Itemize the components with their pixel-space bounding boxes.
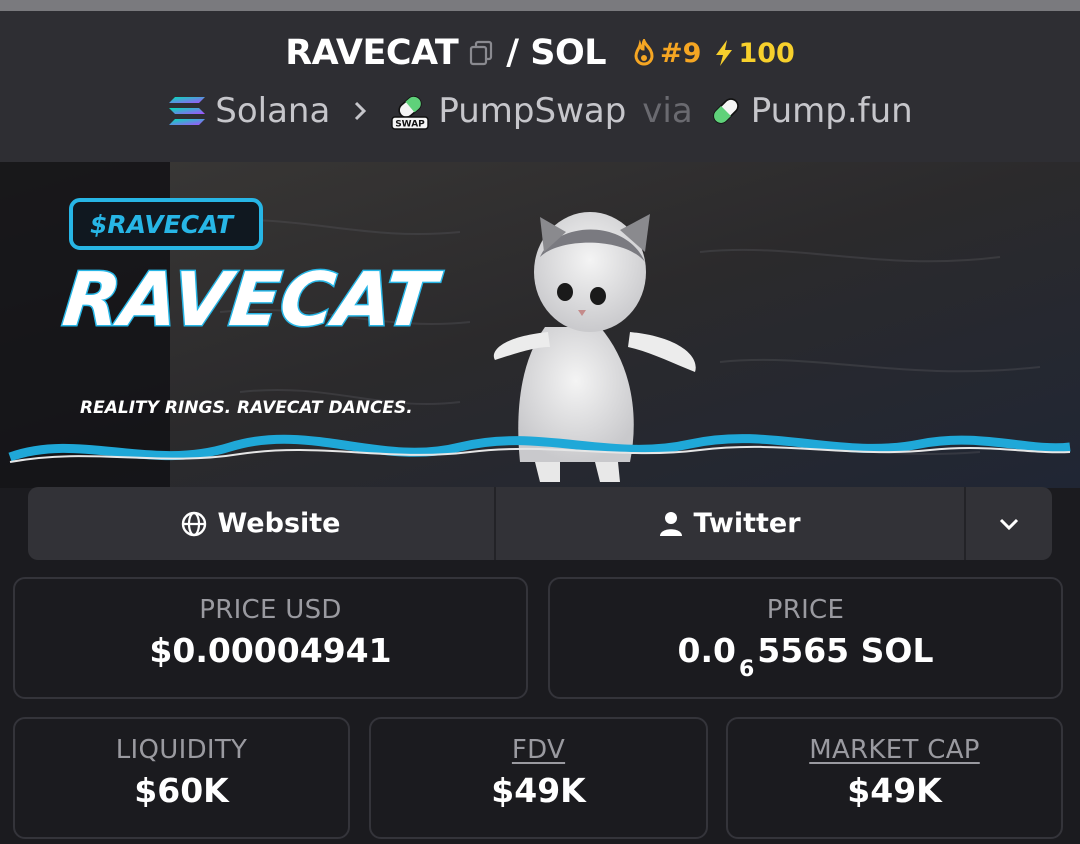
fdv-value: $49K — [491, 771, 586, 810]
banner-tagline: REALITY RINGS. RAVECAT DANCES. — [80, 398, 413, 418]
website-label: Website — [217, 508, 341, 539]
via-label: via — [642, 91, 693, 131]
base-symbol: RAVECAT — [285, 33, 459, 73]
twitter-label: Twitter — [693, 508, 801, 539]
price-usd-value: $0.00004941 — [149, 631, 392, 670]
copy-icon[interactable] — [468, 40, 494, 66]
chevron-right-icon — [352, 99, 368, 123]
market-cap-label[interactable]: MARKET CAP — [728, 735, 1061, 765]
user-icon — [659, 511, 683, 537]
pumpswap-pill-icon: SWAP — [390, 91, 430, 131]
liquidity-label: LIQUIDITY — [115, 735, 248, 765]
trending-badges[interactable]: #9 100 — [632, 38, 795, 69]
market-cap-value: $49K — [847, 771, 942, 810]
price-native-zero-count: 6 — [738, 657, 755, 682]
liquidity-card: LIQUIDITY $60K — [13, 717, 350, 839]
price-native-suffix: 5565 SOL — [757, 631, 934, 670]
chain-link[interactable]: Solana — [215, 91, 330, 131]
pair-title-row: RAVECAT / SOL #9 100 — [0, 33, 1080, 73]
liquidity-value: $60K — [134, 771, 229, 810]
rank-value: #9 — [660, 37, 702, 69]
launchpad-link[interactable]: Pump.fun — [751, 91, 913, 131]
quote-symbol: / SOL — [506, 33, 607, 73]
dex-link[interactable]: PumpSwap — [438, 91, 626, 131]
token-banner: $RAVECAT RAVECAT REALITY RINGS. RAVECAT … — [0, 162, 1080, 488]
price-native-label: PRICE — [766, 595, 845, 625]
pair-header: RAVECAT / SOL #9 100 Solana SWAP PumpSwa… — [0, 11, 1080, 162]
fdv-card[interactable]: FDV $49K — [369, 717, 708, 839]
fdv-label[interactable]: FDV — [371, 735, 706, 765]
more-links-button[interactable] — [966, 487, 1052, 560]
banner-ticker-tag: $RAVECAT — [90, 210, 235, 239]
solana-logo-icon — [167, 94, 207, 128]
price-usd-card: PRICE USD $0.00004941 — [13, 577, 528, 699]
pumpfun-pill-icon — [709, 94, 743, 128]
price-native-card: PRICE 0.0 65565 SOL — [548, 577, 1063, 699]
social-links: Website Twitter — [28, 487, 1052, 560]
twitter-button[interactable]: Twitter — [496, 487, 966, 560]
trending-rank: #9 — [632, 38, 701, 69]
boost-value: 100 — [738, 37, 795, 69]
price-native-prefix: 0.0 — [677, 631, 736, 670]
price-usd-label: PRICE USD — [199, 595, 342, 625]
banner-title: RAVECAT — [59, 257, 445, 343]
price-native-value: 0.0 65565 SOL — [550, 631, 1061, 682]
boost-count: 100 — [713, 37, 795, 69]
lightning-icon — [716, 40, 733, 66]
chevron-down-icon — [999, 518, 1019, 530]
pair-path: Solana SWAP PumpSwap via Pump.fun — [0, 91, 1080, 131]
globe-icon — [181, 511, 207, 537]
flame-icon — [634, 39, 654, 66]
top-strip — [0, 0, 1080, 11]
market-cap-card[interactable]: MARKET CAP $49K — [726, 717, 1063, 839]
website-button[interactable]: Website — [28, 487, 496, 560]
swap-badge-text: SWAP — [396, 120, 426, 130]
